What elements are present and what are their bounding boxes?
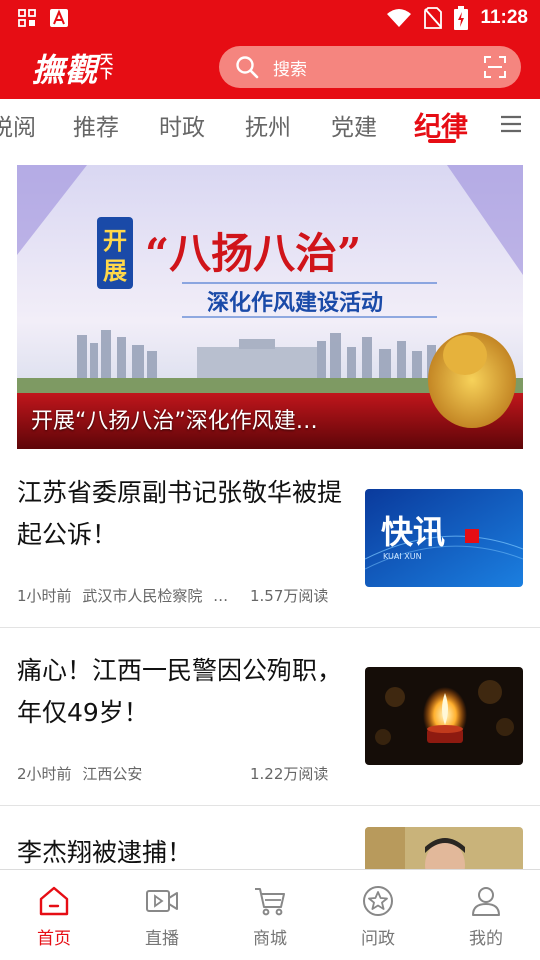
category-tabs: 悦阅 推荐 时政 抚州 党建 纪律	[0, 99, 540, 151]
news-meta: 2小时前 江西公安	[17, 763, 142, 784]
logo-text: 撫觀	[32, 51, 99, 89]
video-icon	[146, 890, 178, 912]
thumb-headline: 快讯	[381, 513, 445, 551]
news-item[interactable]: 痛心！江西一民警因公殉职，年仅49岁！ 2小时前 江西公安 1.22万阅读	[0, 648, 540, 805]
nav-label: 直播	[145, 929, 179, 949]
menu-icon[interactable]	[500, 113, 522, 135]
news-source: 江西公安	[82, 765, 143, 783]
poster-headline: “八扬八治”	[145, 229, 361, 278]
thumb-subtext: KUAI XUN	[383, 552, 422, 561]
tab-politics[interactable]: 时政	[159, 108, 205, 142]
star-badge-icon	[363, 886, 393, 916]
divider	[0, 805, 540, 806]
search-icon	[236, 56, 259, 79]
banner-title: 开展“八扬八治”深化作风建…	[31, 409, 318, 434]
divider	[0, 627, 540, 628]
nav-home[interactable]: 首页	[14, 884, 94, 949]
no-sim-icon	[424, 7, 443, 29]
tab-party-building[interactable]: 党建	[331, 108, 377, 142]
nav-label: 问政	[361, 929, 395, 949]
search-bar[interactable]: 搜索	[219, 46, 521, 88]
cart-icon	[255, 888, 285, 916]
news-thumbnail	[365, 827, 523, 870]
app-header: 11:28 撫觀 天 下 搜索	[0, 0, 540, 99]
text-app-icon	[50, 9, 68, 27]
battery-icon	[454, 6, 469, 30]
nav-label: 商城	[253, 929, 287, 949]
search-placeholder: 搜索	[273, 59, 307, 80]
tab-recommend[interactable]: 推荐	[73, 108, 119, 142]
news-time: 2小时前	[17, 765, 72, 783]
poster-subhead: 深化作风建设活动	[207, 290, 383, 316]
status-time: 11:28	[480, 7, 528, 28]
tab-fuzhou[interactable]: 抚州	[245, 108, 291, 142]
news-title: 李杰翔被逮捕！	[17, 838, 193, 867]
scan-icon[interactable]	[483, 55, 507, 79]
nav-inquiry[interactable]: 问政	[338, 884, 418, 949]
user-icon	[472, 887, 500, 916]
news-more: …	[213, 587, 229, 605]
tab-yueyue[interactable]: 悦阅	[0, 108, 36, 142]
news-title: 江苏省委原副书记张敬华被提起公诉！	[17, 478, 343, 549]
poster-badge-1: 开	[103, 227, 127, 255]
logo-side-text: 天 下	[100, 53, 114, 82]
news-title: 痛心！江西一民警因公殉职，年仅49岁！	[17, 656, 343, 727]
status-bar: 11:28	[0, 0, 540, 38]
nav-live[interactable]: 直播	[122, 884, 202, 949]
home-icon	[39, 886, 69, 916]
app-grid-icon	[18, 9, 36, 27]
wifi-icon	[387, 9, 412, 27]
featured-banner[interactable]: 开 展 “八扬八治” 深化作风建设活动 开展“八扬八治”深化作风建…	[17, 165, 523, 449]
news-meta: 1小时前 武汉市人民检察院 …	[17, 585, 228, 606]
news-thumbnail	[365, 667, 523, 765]
news-reads: 1.57万阅读	[250, 587, 329, 605]
news-time: 1小时前	[17, 587, 72, 605]
news-reads: 1.22万阅读	[250, 765, 329, 783]
bottom-nav: 首页 直播 商城 问政 我的	[0, 869, 540, 960]
nav-me[interactable]: 我的	[446, 884, 526, 949]
nav-mall[interactable]: 商城	[230, 884, 310, 949]
app-logo[interactable]: 撫觀 天 下	[32, 46, 113, 90]
nav-label: 我的	[469, 929, 503, 949]
news-item[interactable]: 李杰翔被逮捕！	[0, 826, 540, 870]
active-tab-indicator	[428, 139, 456, 143]
nav-label: 首页	[37, 929, 71, 949]
news-source: 武汉市人民检察院	[82, 587, 203, 605]
poster-badge-2: 展	[103, 257, 127, 285]
news-thumbnail: 快讯 KUAI XUN	[365, 489, 523, 587]
news-item[interactable]: 江苏省委原副书记张敬华被提起公诉！ 1小时前 武汉市人民检察院 … 1.57万阅…	[0, 470, 540, 627]
